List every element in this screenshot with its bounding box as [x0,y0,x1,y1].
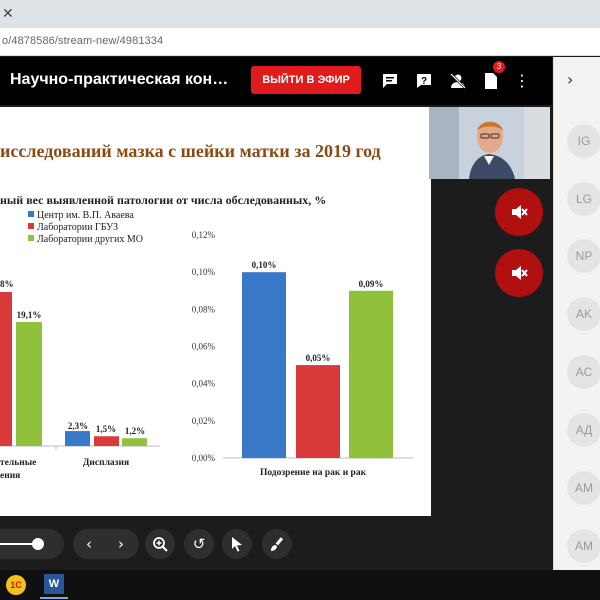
participant-avatar[interactable]: AM [567,529,600,563]
bar [94,436,119,446]
help-icon[interactable]: ? [413,70,435,92]
category-label: ения [0,471,20,481]
bar [349,290,393,458]
bar [65,431,90,446]
y-tick-label: 0,06% [192,342,216,352]
bar [122,438,147,446]
chart-legend: Центр им. В.П. Аваева Лаборатории ГБУЗ Л… [28,210,143,246]
slide-title: исследований мазка с шейки матки за 2019… [0,141,381,161]
mic-off-button[interactable] [495,249,543,297]
participant-avatar[interactable]: AM [567,471,600,505]
chart-right: 0,00% 0,02% 0,04% 0,06% 0,08% 0,10% 0,12% 0,10… [192,230,413,478]
address-bar[interactable]: o/4878586/stream-new/4981334 [0,28,600,56]
y-tick-label: 0,04% [192,379,216,389]
more-vert-icon[interactable]: ⋮ [511,70,533,92]
close-icon[interactable]: ✕ [2,6,14,22]
url-text: o/4878586/stream-new/4981334 [2,35,164,47]
zoom-in-icon[interactable] [145,529,175,559]
participant-avatar[interactable]: AK [567,297,600,331]
1c-app-icon[interactable]: 1С [6,575,26,595]
y-tick-label: 0,02% [192,416,216,426]
screen: ✕ o/4878586/stream-new/4981334 Научно-пр… [0,0,600,600]
data-label: 0,05% [306,353,331,363]
zoom-slider[interactable] [0,529,64,559]
pointer-icon[interactable] [222,529,252,559]
chart-left: 8% 19,1% 2,3% 1,5% 1,2% Дисплазия тельны… [0,279,160,481]
bar [0,292,12,446]
chevron-right-icon[interactable]: › [567,70,573,89]
participant-avatar[interactable]: NP [567,239,600,273]
data-label: 1,5% [96,424,116,434]
mic-off-button[interactable] [495,188,543,236]
y-tick-label: 0,08% [192,304,216,314]
participant-avatar[interactable]: IG [567,124,600,158]
chevron-left-icon[interactable]: ‹ [74,529,104,559]
user-off-icon[interactable] [447,70,469,92]
brush-icon[interactable] [262,529,292,559]
category-label: тельные [0,458,36,468]
legend-item: Лаборатории других МО [28,234,143,246]
y-tick-label: 0,12% [192,230,216,240]
chat-icon[interactable] [379,70,401,92]
os-taskbar [0,570,600,600]
data-label: 0,09% [359,279,384,289]
participant-avatar[interactable]: LG [567,182,600,216]
participant-avatar[interactable]: AC [567,355,600,389]
legend-item: Центр им. В.П. Аваева [28,210,143,222]
active-app-indicator [40,597,68,599]
bar [296,365,340,458]
document-icon[interactable] [480,70,502,92]
chevron-right-icon[interactable]: › [106,529,136,559]
category-label: Подозрение на рак и рак [260,468,367,478]
word-app-icon[interactable]: W [44,574,64,594]
svg-text:?: ? [421,76,427,87]
data-label: 2,3% [68,421,88,431]
category-label: Дисплазия [83,458,129,468]
y-tick-label: 0,10% [192,267,216,277]
legend-item: Лаборатории ГБУЗ [28,222,143,234]
slide-subtitle: ный вес выявленной патологии от числа об… [0,193,327,207]
event-title: Научно-практическая кон… [10,71,229,88]
slider-knob[interactable] [31,538,44,550]
participant-avatar[interactable]: АД [567,413,600,447]
bar [16,322,42,446]
speaker-video[interactable] [429,107,550,179]
data-label: 8% [0,279,14,289]
notification-badge: 3 [493,61,505,73]
y-tick-label: 0,00% [192,453,216,463]
browser-tabstrip: ✕ [0,0,600,28]
go-live-button[interactable]: ВЫЙТИ В ЭФИР [251,66,361,94]
data-label: 19,1% [17,310,42,320]
data-label: 1,2% [125,426,145,436]
rotate-icon[interactable]: ↺ [184,529,214,559]
data-label: 0,10% [252,260,277,270]
bar [242,272,286,458]
